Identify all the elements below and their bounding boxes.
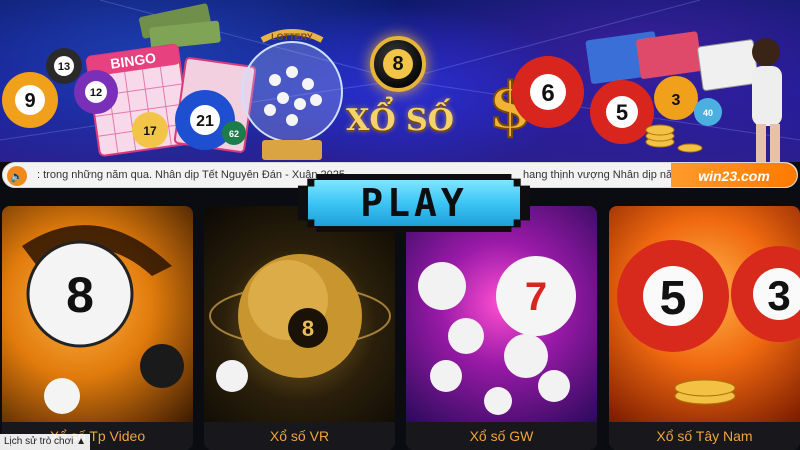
game-card-gw[interactable]: 7 Xổ số GW [406,206,597,450]
hero-banner: BINGO LOTTERY 9 13 12 21 17 62 $ 6 5 3 4… [0,0,800,162]
ball-label-40: 40 [703,108,713,118]
card-ball-number: 5 [660,272,687,325]
game-card-artwork: 8 [2,206,193,422]
game-history-label: Lịch sử trò chơi [4,436,74,447]
ball-label-21: 21 [196,113,214,130]
game-card-tp-video[interactable]: 8 Xổ số Tp Video [2,206,193,450]
ball-label-6: 6 [541,80,554,107]
game-card-title: Xổ số GW [406,422,597,450]
card-ball-number-secondary: 3 [767,272,790,319]
game-card-title: Xổ số Tây Nam [609,422,800,450]
ball-label-13: 13 [58,61,70,73]
promo-model-figure [752,38,782,162]
ticker-message-right: hang thịnh vượng Nhân dịp năm m [523,169,694,181]
play-button-label: PLAY [360,181,468,225]
card-ball-number: 8 [66,267,94,323]
game-card-artwork: 7 [406,206,597,422]
badge-number: 8 [383,49,413,79]
game-card-artwork: 5 3 [609,206,800,422]
pin-icon: ▲ [76,436,87,447]
game-card-artwork: 8 [204,206,395,422]
ball-label-5: 5 [616,100,628,125]
speaker-icon[interactable]: 🔈 [7,166,27,186]
game-history-button[interactable]: Lịch sử trò chơi ▲ [0,434,91,450]
eight-ball-badge: 8 [370,36,426,92]
game-card-title: Xổ số VR [204,422,395,450]
play-button[interactable]: PLAY [298,168,530,238]
game-card-tay-nam[interactable]: 5 3 Xổ số Tây Nam [609,206,800,450]
card-ball-number: 7 [525,275,547,319]
banner-title: XỔ SỐ [346,103,454,138]
game-card-vr[interactable]: 8 Xổ số VR [204,206,395,450]
card-ball-number: 8 [302,316,314,341]
ball-label-12: 12 [90,87,102,99]
ball-label-17: 17 [143,124,157,138]
brand-logo: win23.com [671,163,797,187]
ball-label-9: 9 [24,90,35,112]
ball-label-62: 62 [229,129,239,139]
ball-label-3: 3 [672,92,681,109]
drum-lottery-label: LOTTERY [271,32,313,42]
